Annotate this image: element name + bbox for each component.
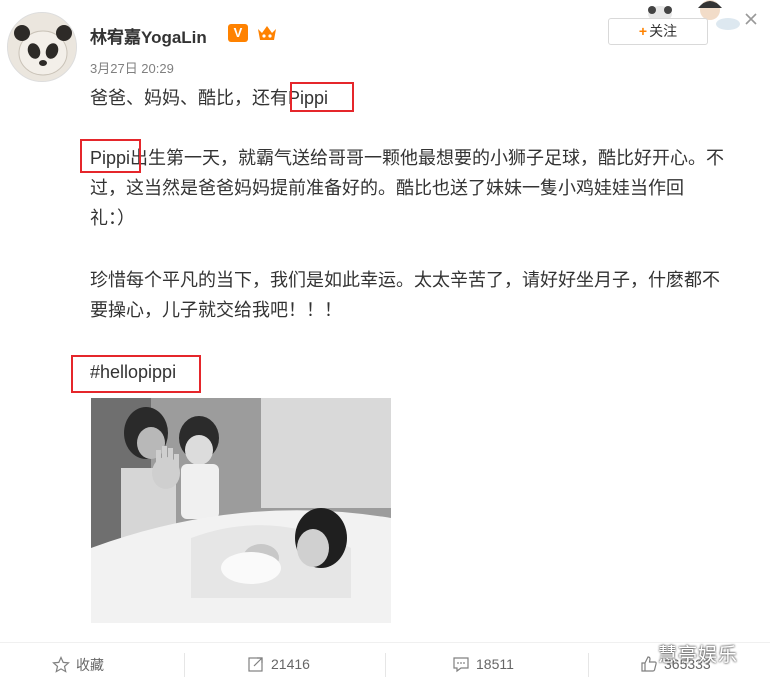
panda-avatar-icon bbox=[8, 13, 76, 81]
post-line-3: 过，这当然是爸爸妈妈提前准备好的。酷比也送了妹妹一隻小鸡娃娃当作回 bbox=[90, 178, 684, 198]
post-line-6: 要操心，儿子就交给我吧！！！ bbox=[90, 300, 342, 320]
post-line-4: 礼：） bbox=[90, 208, 135, 228]
plus-icon: + bbox=[638, 23, 648, 39]
comment-count: 18511 bbox=[476, 656, 514, 672]
divider bbox=[588, 653, 589, 677]
divider bbox=[184, 653, 185, 677]
post-timestamp[interactable]: 3月27日 20:29 bbox=[90, 58, 174, 77]
follow-label: 关注 bbox=[649, 23, 678, 39]
post-line-5: 珍惜每个平凡的当下，我们是如此幸运。太太辛苦了，请好好坐月子，什麽都不 bbox=[90, 270, 720, 290]
favorite-label: 收藏 bbox=[76, 657, 104, 673]
avatar[interactable] bbox=[7, 12, 77, 82]
post-photo[interactable] bbox=[91, 398, 391, 623]
share-icon bbox=[248, 657, 263, 672]
highlight-box-pippi-line1 bbox=[290, 82, 354, 112]
watermark: 慧亭娱乐 bbox=[658, 645, 739, 666]
repost-button[interactable]: 21416 bbox=[247, 655, 310, 673]
favorite-button[interactable]: 收藏 bbox=[52, 655, 104, 675]
repost-count: 21416 bbox=[271, 656, 310, 672]
comment-icon bbox=[453, 657, 469, 673]
divider bbox=[385, 653, 386, 677]
highlight-box-hashtag bbox=[71, 355, 201, 393]
post-line-2: Pippi出生第一天，就霸气送给哥哥一颗他最想要的小狮子足球，酷比好开心。不 bbox=[90, 148, 725, 168]
family-photo-image bbox=[91, 398, 391, 623]
close-icon[interactable] bbox=[742, 10, 760, 28]
action-bar: 收藏 21416 18511 365333 bbox=[0, 642, 770, 684]
highlight-box-pippi-line2 bbox=[80, 139, 141, 173]
member-crown-icon[interactable] bbox=[256, 23, 278, 43]
post-line-1: 爸爸、妈妈、酷比，还有Pippi bbox=[90, 88, 329, 108]
comment-button[interactable]: 18511 bbox=[452, 655, 514, 673]
follow-button[interactable]: + 关注 bbox=[608, 18, 708, 45]
star-icon bbox=[52, 656, 70, 673]
thumbs-up-icon bbox=[641, 656, 657, 672]
username[interactable]: 林宥嘉YogaLin bbox=[90, 23, 207, 48]
verified-badge-icon: V bbox=[228, 24, 248, 42]
